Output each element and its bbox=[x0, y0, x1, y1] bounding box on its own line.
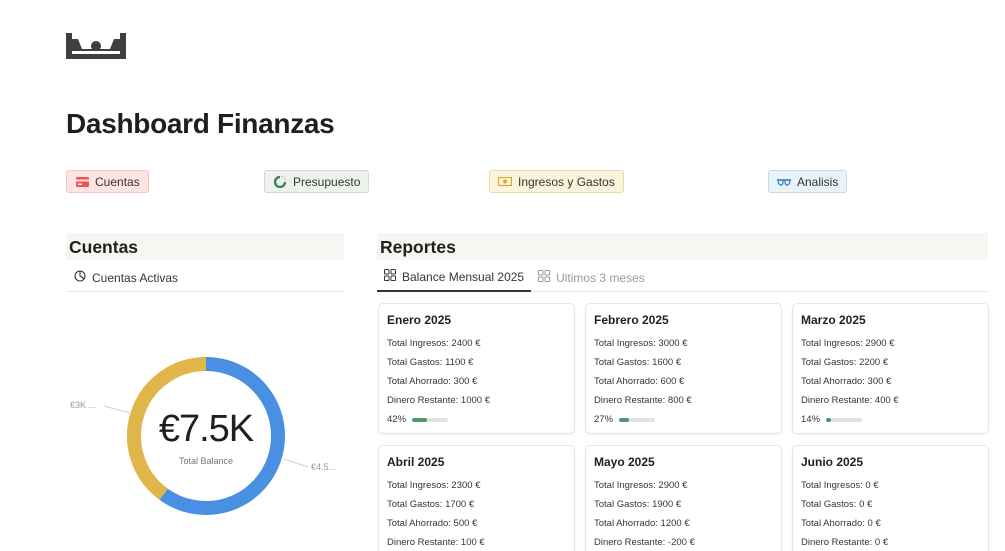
progress-bar bbox=[619, 417, 656, 422]
card-restante: Dinero Restante: 400 € bbox=[801, 395, 899, 406]
progress-fill bbox=[412, 417, 428, 422]
report-card-abril[interactable]: Abril 2025 Total Ingresos: 2300 € Total … bbox=[378, 445, 575, 551]
card-restante: Dinero Restante: 100 € bbox=[387, 537, 485, 548]
card-progress: 27% bbox=[594, 410, 773, 429]
nav-button-label: Presupuesto bbox=[293, 174, 361, 189]
card-ahorrado: Total Ahorrado: 500 € bbox=[387, 518, 478, 529]
card-title: Junio 2025 bbox=[801, 455, 864, 469]
reportes-heading: Reportes bbox=[377, 233, 988, 260]
card-restante: Dinero Restante: -200 € bbox=[594, 537, 695, 548]
page-title: Dashboard Finanzas bbox=[66, 108, 335, 139]
report-card-febrero[interactable]: Febrero 2025 Total Ingresos: 3000 € Tota… bbox=[585, 303, 782, 434]
card-ingresos: Total Ingresos: 3000 € bbox=[594, 338, 688, 349]
progress-fill bbox=[826, 417, 832, 422]
segment-label-4-5k: €4.5... bbox=[311, 462, 337, 472]
progress-percent: 14% bbox=[801, 414, 821, 425]
card-ingresos: Total Ingresos: 2300 € bbox=[387, 480, 481, 491]
money-logo-icon bbox=[66, 33, 126, 59]
nav-button-analisis[interactable]: Analisis bbox=[768, 170, 848, 193]
report-card-junio[interactable]: Junio 2025 Total Ingresos: 0 € Total Gas… bbox=[792, 445, 989, 551]
pie-chart-icon bbox=[273, 175, 287, 188]
card-progress: 14% bbox=[801, 410, 980, 429]
gallery-view-icon bbox=[384, 269, 396, 284]
money-bill-icon bbox=[498, 176, 512, 188]
segment-label-3k: €3K ... bbox=[70, 400, 97, 410]
cuentas-view-bar: Cuentas Activas bbox=[66, 264, 344, 292]
card-gastos: Total Gastos: 0 € bbox=[801, 499, 873, 510]
card-gastos: Total Gastos: 1900 € bbox=[594, 499, 682, 510]
nav-button-ingresos-gastos[interactable]: Ingresos y Gastos bbox=[489, 170, 624, 193]
card-title: Mayo 2025 bbox=[594, 455, 655, 469]
progress-percent: 42% bbox=[387, 414, 407, 425]
card-gastos: Total Gastos: 1700 € bbox=[387, 499, 475, 510]
progress-percent: 27% bbox=[594, 414, 614, 425]
progress-fill bbox=[619, 417, 629, 422]
card-progress: 42% bbox=[387, 410, 566, 429]
total-balance-label: Total Balance bbox=[178, 456, 234, 466]
glasses-icon bbox=[777, 176, 791, 188]
leader-line bbox=[283, 458, 309, 468]
report-card-enero[interactable]: Enero 2025 Total Ingresos: 2400 € Total … bbox=[378, 303, 575, 434]
card-ingresos: Total Ingresos: 2400 € bbox=[387, 338, 481, 349]
card-ingresos: Total Ingresos: 0 € bbox=[801, 480, 879, 491]
card-title: Abril 2025 bbox=[387, 455, 445, 469]
nav-button-label: Analisis bbox=[797, 174, 839, 189]
chart-view-icon bbox=[74, 270, 86, 285]
tab-balance-mensual[interactable]: Balance Mensual 2025 bbox=[377, 264, 532, 292]
report-card-mayo[interactable]: Mayo 2025 Total Ingresos: 2900 € Total G… bbox=[585, 445, 782, 551]
card-gastos: Total Gastos: 1100 € bbox=[387, 357, 474, 368]
progress-bar bbox=[826, 417, 863, 422]
tab-cuentas-activas[interactable]: Cuentas Activas bbox=[74, 264, 178, 292]
report-card-marzo[interactable]: Marzo 2025 Total Ingresos: 2900 € Total … bbox=[792, 303, 989, 434]
credit-card-icon bbox=[75, 176, 89, 188]
total-balance-value: €7.5K bbox=[158, 408, 254, 450]
nav-button-label: Cuentas bbox=[95, 174, 140, 189]
card-title: Febrero 2025 bbox=[594, 313, 669, 327]
card-title: Enero 2025 bbox=[387, 313, 452, 327]
nav-button-cuentas[interactable]: Cuentas bbox=[66, 170, 149, 193]
card-restante: Dinero Restante: 0 € bbox=[801, 537, 889, 548]
tab-label: Cuentas Activas bbox=[92, 270, 179, 285]
progress-bar bbox=[412, 417, 449, 422]
card-gastos: Total Gastos: 2200 € bbox=[801, 357, 889, 368]
card-ahorrado: Total Ahorrado: 600 € bbox=[594, 376, 685, 387]
nav-button-presupuesto[interactable]: Presupuesto bbox=[264, 170, 370, 193]
gallery-view-icon bbox=[538, 270, 551, 285]
tab-label: Ultimos 3 meses bbox=[556, 270, 645, 285]
card-restante: Dinero Restante: 1000 € bbox=[387, 395, 490, 406]
tab-label: Balance Mensual 2025 bbox=[402, 269, 525, 284]
balance-donut-chart: €7.5K Total Balance €3K ... €4.5... bbox=[60, 350, 350, 525]
card-ahorrado: Total Ahorrado: 300 € bbox=[801, 376, 892, 387]
card-ingresos: Total Ingresos: 2900 € bbox=[594, 480, 688, 491]
card-restante: Dinero Restante: 800 € bbox=[594, 395, 692, 406]
card-ingresos: Total Ingresos: 2900 € bbox=[801, 338, 895, 349]
card-ahorrado: Total Ahorrado: 0 € bbox=[801, 518, 881, 529]
tab-ultimos-3-meses[interactable]: Ultimos 3 meses bbox=[531, 264, 652, 292]
card-gastos: Total Gastos: 1600 € bbox=[594, 357, 682, 368]
reportes-view-bar: Balance Mensual 2025 Ultimos 3 meses bbox=[377, 264, 988, 292]
nav-button-label: Ingresos y Gastos bbox=[518, 174, 615, 189]
cuentas-heading: Cuentas bbox=[66, 233, 344, 260]
card-title: Marzo 2025 bbox=[801, 313, 866, 327]
card-ahorrado: Total Ahorrado: 1200 € bbox=[594, 518, 690, 529]
card-ahorrado: Total Ahorrado: 300 € bbox=[387, 376, 478, 387]
